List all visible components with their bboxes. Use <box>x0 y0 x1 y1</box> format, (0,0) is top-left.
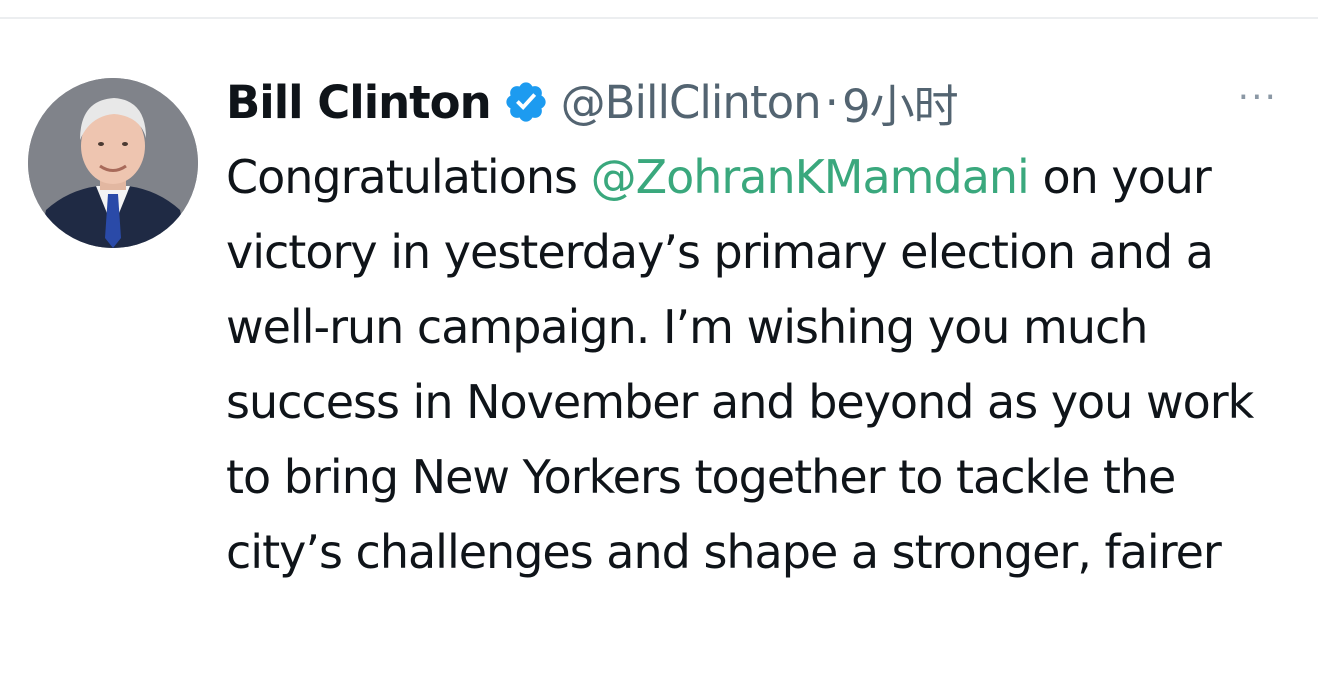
tweet[interactable]: Bill Clinton @BillClinton · 9小时 ··· Cong… <box>226 66 1296 590</box>
more-options-icon[interactable]: ··· <box>1238 80 1278 116</box>
author-handle[interactable]: @BillClinton <box>561 76 822 129</box>
separator-dot: · <box>824 75 839 129</box>
tweet-text-lead: Congratulations <box>226 150 591 204</box>
tweet-text-rest: on your victory in yesterday’s primary e… <box>226 150 1254 579</box>
top-divider <box>0 17 1318 19</box>
mention-link[interactable]: @ZohranKMamdani <box>591 150 1030 204</box>
avatar[interactable] <box>28 78 198 248</box>
profile-photo <box>28 78 198 248</box>
tweet-text: Congratulations @ZohranKMamdani on your … <box>226 140 1296 590</box>
timestamp[interactable]: 9小时 <box>842 70 959 135</box>
verified-badge-icon <box>503 79 549 125</box>
author-name[interactable]: Bill Clinton <box>226 76 492 129</box>
tweet-header: Bill Clinton @BillClinton · 9小时 <box>226 66 1296 138</box>
